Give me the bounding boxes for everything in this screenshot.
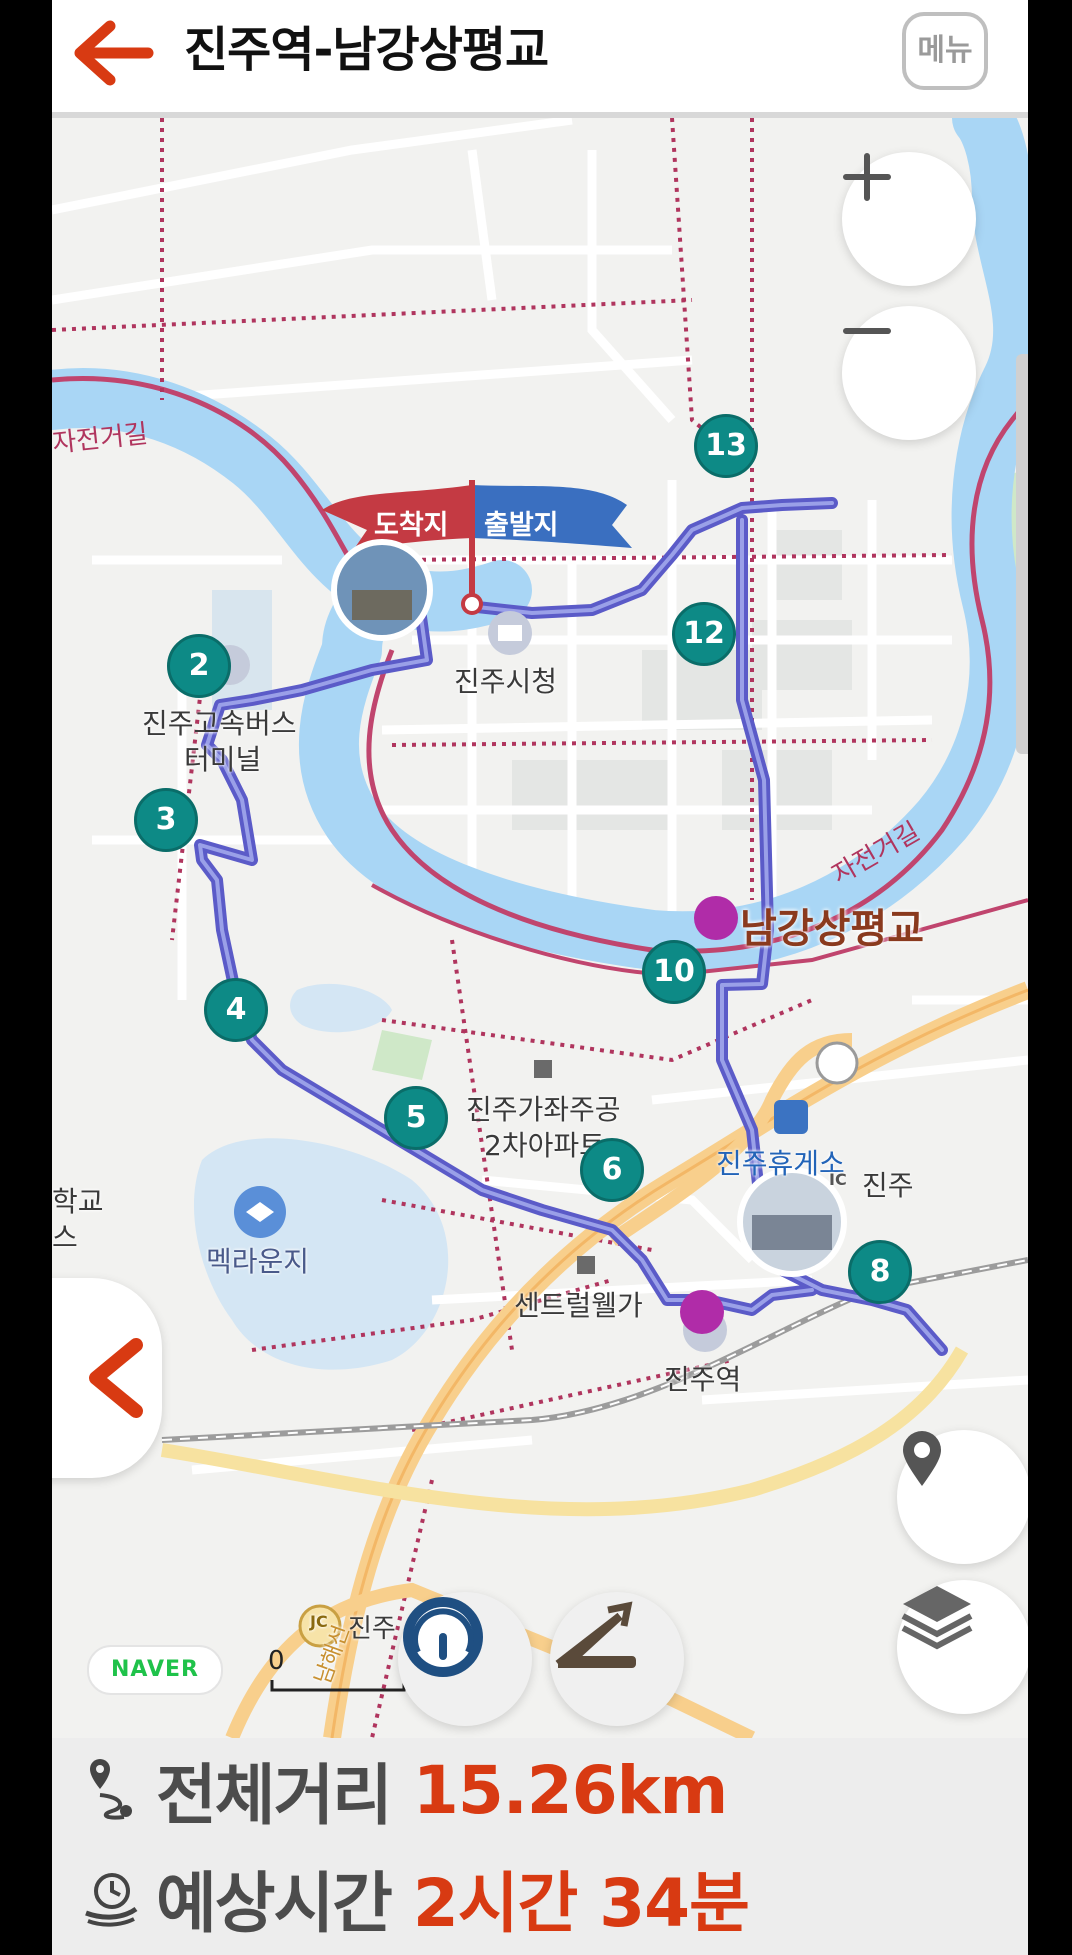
bus-terminal-label-2: 터미널 <box>184 743 262 776</box>
plus-icon <box>843 153 891 201</box>
layers-icon <box>901 1586 973 1650</box>
jc-label: 진주 <box>348 1614 396 1644</box>
map-view[interactable]: 자전거길 자전거길 진주시청 진주고속버스 터미널 진주가좌주공 2차아파트 진… <box>52 118 1028 1738</box>
apartment-label: 진주가좌주공 <box>466 1093 621 1126</box>
time-label: 예상시간 <box>156 1865 393 1942</box>
ic-badge: IC <box>829 1170 847 1189</box>
speedometer-button[interactable] <box>398 1592 532 1726</box>
panel-handle[interactable] <box>1016 354 1028 754</box>
page-title: 진주역-남강상평교 <box>184 22 549 78</box>
waypoint-marker[interactable]: 2 <box>167 634 231 698</box>
chevron-left-icon <box>89 1338 143 1418</box>
naver-logo: NAVER <box>87 1645 223 1695</box>
waypoint-marker[interactable]: 6 <box>580 1138 644 1202</box>
waypoint-marker[interactable]: 13 <box>694 414 758 478</box>
scale-label: 0 <box>268 1646 285 1676</box>
waypoint-marker[interactable]: 3 <box>134 788 198 852</box>
bridge-label: 남강상평교 <box>740 906 924 952</box>
city-hall-label: 진주시청 <box>454 665 558 698</box>
bus-terminal-label: 진주고속버스 <box>142 707 297 740</box>
menu-button[interactable]: 메뉴 <box>902 12 988 90</box>
back-button[interactable] <box>70 18 160 88</box>
slope-icon <box>555 1601 636 1668</box>
station-label: 진주역 <box>664 1363 742 1396</box>
rest-area-label: 진주휴게소 <box>716 1147 845 1180</box>
depart-flag-label: 출발지 <box>484 510 559 541</box>
back-arrow-icon <box>74 20 154 86</box>
waypoint-marker[interactable]: 4 <box>204 978 268 1042</box>
clock-icon <box>85 1873 138 1927</box>
ic-label: 진주 <box>862 1169 914 1202</box>
route-icon <box>90 1759 132 1820</box>
zoom-in-button[interactable] <box>842 152 976 286</box>
waypoint-marker[interactable]: 5 <box>384 1086 448 1150</box>
distance-row: 전체거리 15.26km <box>82 1740 728 1840</box>
speedometer-icon <box>403 1597 483 1677</box>
minus-icon <box>843 328 891 334</box>
time-value: 2시간 34분 <box>412 1865 750 1942</box>
distance-label: 전체거리 <box>156 1757 393 1834</box>
mall-label: 센트럴웰가 <box>514 1289 643 1322</box>
arrive-flag-label: 도착지 <box>374 510 449 541</box>
top-bar: 진주역-남강상평교 메뉴 <box>52 0 1028 118</box>
school-label-2: 스 <box>52 1221 78 1254</box>
layers-button[interactable] <box>897 1580 1028 1714</box>
lake-label: 멕라운지 <box>206 1245 310 1278</box>
waypoint-marker[interactable]: 8 <box>848 1240 912 1304</box>
time-row: 예상시간 2시간 34분 <box>82 1848 750 1948</box>
app: 진주역-남강상평교 메뉴 자전거길 자전거길 진주시청 진주고속버스 터미널 진… <box>52 0 1028 1955</box>
zoom-out-button[interactable] <box>842 306 976 440</box>
location-pin-icon <box>903 1431 941 1486</box>
distance-value: 15.26km <box>412 1751 728 1829</box>
side-panel-toggle[interactable] <box>52 1278 162 1478</box>
route-info-panel: 전체거리 15.26km 예상시간 2시간 34분 <box>52 1738 1028 1955</box>
school-label: 학교 <box>52 1185 104 1218</box>
waypoint-marker[interactable]: 10 <box>642 940 706 1004</box>
waypoint-marker[interactable]: 12 <box>672 602 736 666</box>
my-location-button[interactable] <box>897 1430 1028 1564</box>
slope-button[interactable] <box>550 1592 684 1726</box>
